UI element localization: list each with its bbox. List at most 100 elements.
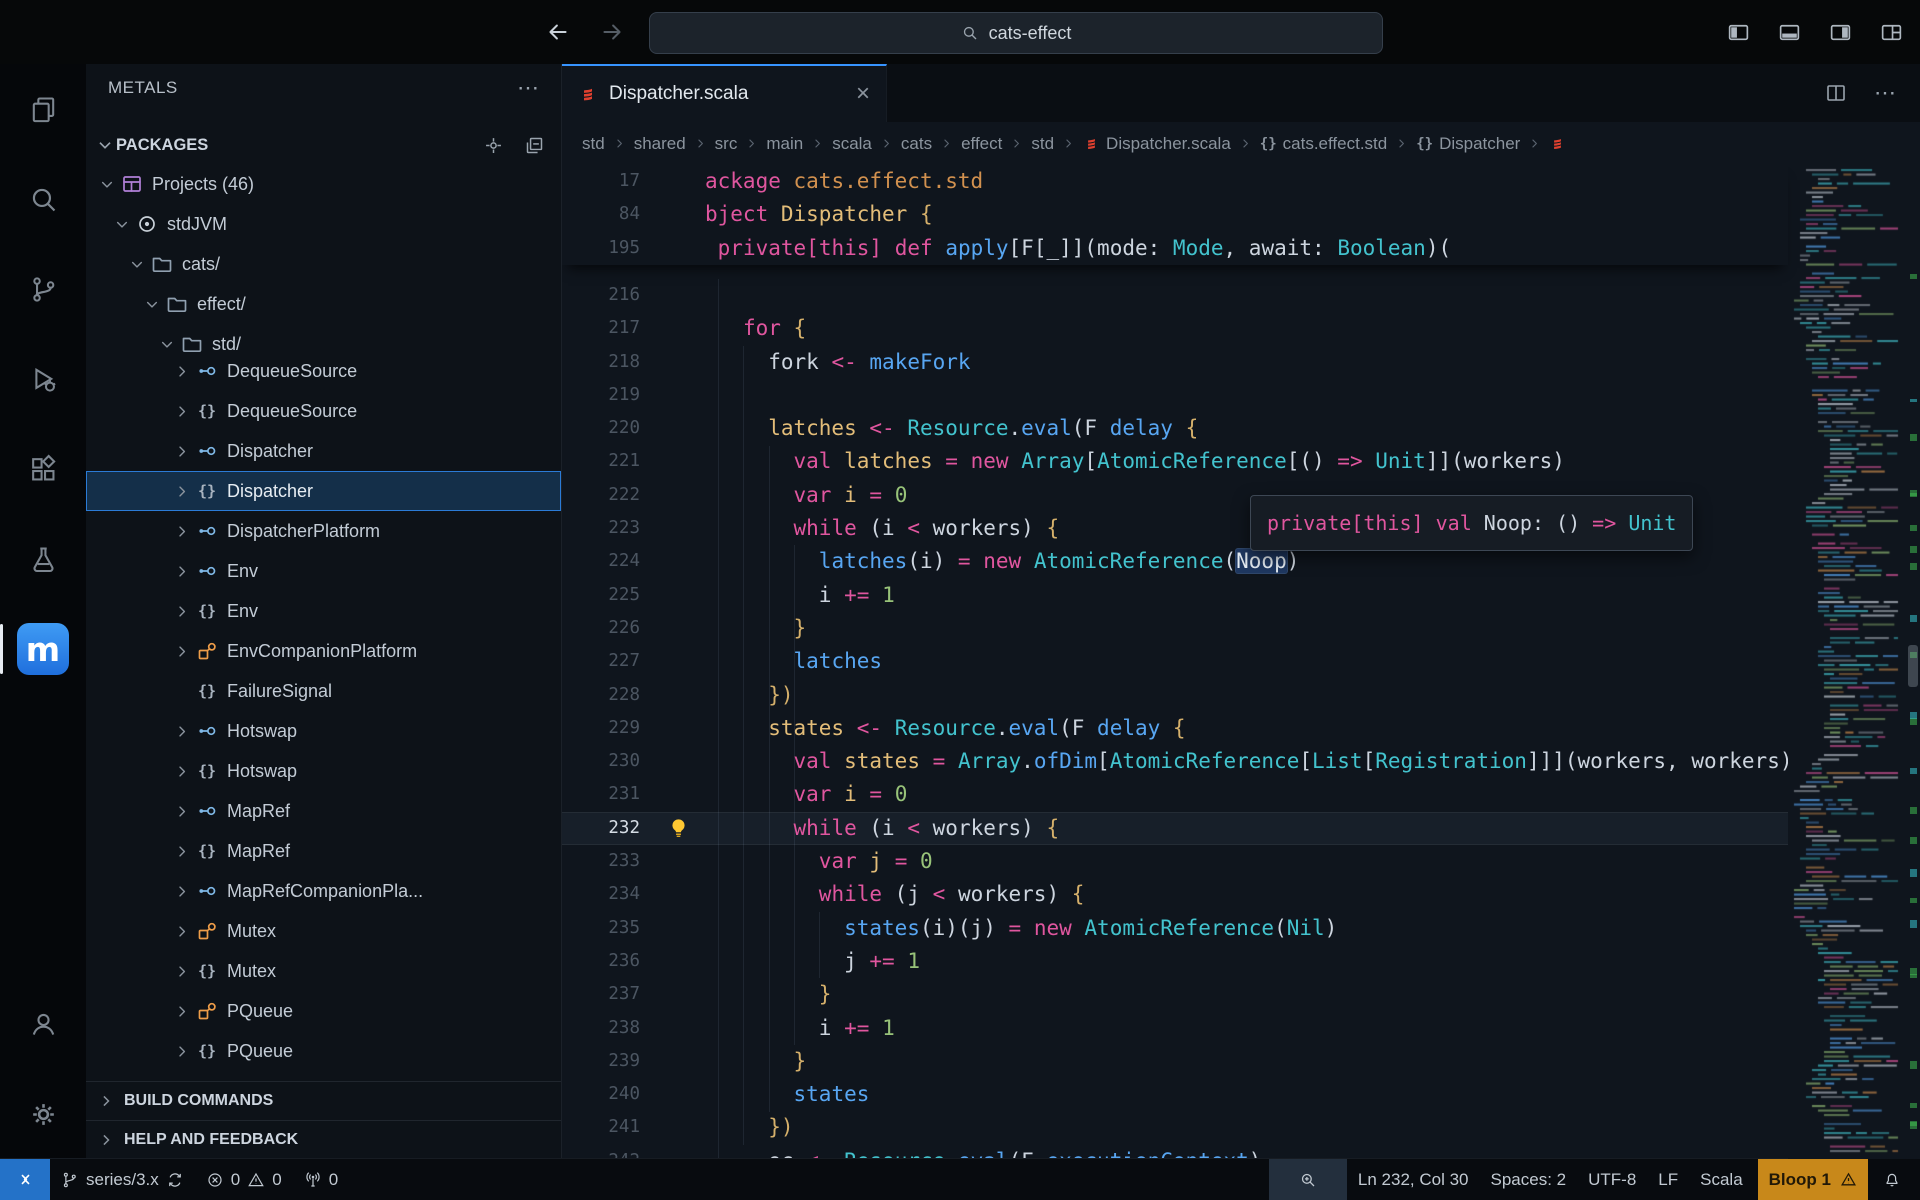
chevron-right-icon[interactable] bbox=[171, 442, 193, 461]
tab-dispatcher-scala[interactable]: Dispatcher.scala × bbox=[562, 64, 887, 122]
toggle-sidebar-icon[interactable] bbox=[1726, 20, 1751, 45]
chevron-right-icon[interactable] bbox=[171, 1042, 193, 1061]
toggle-panel-icon[interactable] bbox=[1777, 20, 1802, 45]
chevron-right-icon[interactable] bbox=[171, 962, 193, 981]
tree-item-trait-hotswap[interactable]: Hotswap bbox=[86, 711, 561, 751]
breadcrumb-item-cats[interactable]: cats bbox=[901, 134, 932, 154]
tree-item-class-pqueue[interactable]: PQueue bbox=[86, 991, 561, 1031]
tree-item-trait-dispatcher[interactable]: Dispatcher bbox=[86, 431, 561, 471]
tree-item-folder-std[interactable]: std/ bbox=[86, 324, 561, 364]
minimap[interactable] bbox=[1788, 165, 1920, 1159]
eol-status[interactable]: LF bbox=[1647, 1159, 1689, 1200]
sidebar-more-actions-icon[interactable]: ⋯ bbox=[517, 75, 541, 101]
breadcrumb-item-cats-effect-std[interactable]: {}cats.effect.std bbox=[1260, 134, 1387, 154]
search-view-icon[interactable] bbox=[0, 154, 86, 244]
tree-item-target-stdjvm[interactable]: stdJVM bbox=[86, 204, 561, 244]
chevron-right-icon[interactable] bbox=[171, 642, 193, 661]
language-mode[interactable]: Scala bbox=[1689, 1159, 1754, 1200]
tree-item-object-dequeuesource[interactable]: {}DequeueSource bbox=[86, 391, 561, 431]
metals-view-icon[interactable]: m bbox=[0, 604, 86, 694]
explorer-icon[interactable] bbox=[0, 64, 86, 154]
notifications-bell[interactable] bbox=[1872, 1159, 1912, 1200]
chevron-right-icon[interactable] bbox=[171, 722, 193, 741]
source-control-icon[interactable] bbox=[0, 244, 86, 334]
chevron-right-icon[interactable] bbox=[171, 482, 193, 501]
tree-item-class-mutex[interactable]: Mutex bbox=[86, 911, 561, 951]
chevron-right-icon[interactable] bbox=[171, 402, 193, 421]
tree-item-label: DispatcherPlatform bbox=[227, 521, 380, 542]
chevron-right-icon[interactable] bbox=[171, 522, 193, 541]
tree-item-object-dispatcher[interactable]: {}Dispatcher bbox=[86, 471, 561, 511]
breadcrumb-item-main[interactable]: main bbox=[766, 134, 803, 154]
breadcrumb-item-dispatcher[interactable]: {}Dispatcher bbox=[1416, 134, 1520, 154]
settings-gear-icon[interactable] bbox=[0, 1069, 86, 1159]
tree-item-object-pqueue[interactable]: {}PQueue bbox=[86, 1031, 561, 1071]
tree-item-folder-cats[interactable]: cats/ bbox=[86, 244, 561, 284]
tree-item-object-hotswap[interactable]: {}Hotswap bbox=[86, 751, 561, 791]
breadcrumb-item-effect[interactable]: effect bbox=[961, 134, 1002, 154]
branch-status[interactable]: series/3.x bbox=[50, 1159, 195, 1200]
breadcrumb-item-scala[interactable]: scala bbox=[832, 134, 872, 154]
chevron-down-icon[interactable] bbox=[96, 175, 118, 194]
tree-item-trait-mapref[interactable]: MapRef bbox=[86, 791, 561, 831]
tree-item-class-envcompanionplatform[interactable]: EnvCompanionPlatform bbox=[86, 631, 561, 671]
run-and-debug-icon[interactable] bbox=[0, 334, 86, 424]
collapse-all-icon[interactable] bbox=[524, 135, 545, 156]
tree-item-object-mutex[interactable]: {}Mutex bbox=[86, 951, 561, 991]
chevron-right-icon[interactable] bbox=[171, 882, 193, 901]
chevron-right-icon[interactable] bbox=[171, 362, 193, 381]
chevron-right-icon[interactable] bbox=[171, 842, 193, 861]
tree-item-trait-dispatcherplatform[interactable]: DispatcherPlatform bbox=[86, 511, 561, 551]
breadcrumb-item-dispatcher-scala[interactable]: Dispatcher.scala bbox=[1083, 134, 1231, 154]
toggle-secondary-sidebar-icon[interactable] bbox=[1828, 20, 1853, 45]
tree-item-object-failuresignal[interactable]: {}FailureSignal bbox=[86, 671, 561, 711]
testing-icon[interactable] bbox=[0, 514, 86, 604]
accounts-icon[interactable] bbox=[0, 979, 86, 1069]
split-editor-icon[interactable] bbox=[1824, 81, 1848, 105]
more-actions-icon[interactable]: ⋯ bbox=[1874, 80, 1898, 106]
command-center-search[interactable]: cats-effect bbox=[649, 12, 1383, 54]
chevron-right-icon[interactable] bbox=[171, 1002, 193, 1021]
focus-icon[interactable] bbox=[483, 135, 504, 156]
chevron-right-icon[interactable] bbox=[171, 922, 193, 941]
chevron-down-icon[interactable] bbox=[156, 335, 178, 354]
chevron-right-icon[interactable] bbox=[171, 602, 193, 621]
chevron-right-icon bbox=[96, 1092, 116, 1110]
build-commands-section[interactable]: BUILD COMMANDS bbox=[86, 1081, 561, 1120]
forward-arrow-icon[interactable] bbox=[599, 19, 625, 45]
chevron-right-icon[interactable] bbox=[171, 562, 193, 581]
extensions-icon[interactable] bbox=[0, 424, 86, 514]
breadcrumb-item-std[interactable]: std bbox=[1031, 134, 1054, 154]
customize-layout-icon[interactable] bbox=[1879, 20, 1904, 45]
scrollbar-slider[interactable] bbox=[1908, 645, 1918, 687]
breadcrumb-item-src[interactable]: src bbox=[715, 134, 738, 154]
indentation-status[interactable]: Spaces: 2 bbox=[1480, 1159, 1578, 1200]
encoding-status[interactable]: UTF-8 bbox=[1577, 1159, 1647, 1200]
broadcast-status[interactable]: 0 bbox=[293, 1159, 349, 1200]
chevron-right-icon[interactable] bbox=[171, 762, 193, 781]
language-label: Scala bbox=[1700, 1170, 1743, 1190]
back-arrow-icon[interactable] bbox=[545, 19, 571, 45]
chevron-down-icon[interactable] bbox=[141, 295, 163, 314]
lightbulb-icon[interactable] bbox=[666, 816, 691, 841]
help-feedback-section[interactable]: HELP AND FEEDBACK bbox=[86, 1120, 561, 1159]
chevron-down-icon[interactable] bbox=[126, 255, 148, 274]
tree-item-trait-maprefcompanionpla[interactable]: MapRefCompanionPla... bbox=[86, 871, 561, 911]
breadcrumb-item-shared[interactable]: shared bbox=[634, 134, 686, 154]
problems-status[interactable]: 0 0 bbox=[195, 1159, 293, 1200]
tree-item-trait-env[interactable]: Env bbox=[86, 551, 561, 591]
code-editor[interactable]: 216217 for {218 fork <- makeFork219220 l… bbox=[562, 165, 1920, 1159]
tree-item-project-projects-46[interactable]: Projects (46) bbox=[86, 164, 561, 204]
chevron-down-icon[interactable] bbox=[111, 215, 133, 234]
zoom-status[interactable] bbox=[1269, 1159, 1347, 1200]
tree-item-object-mapref[interactable]: {}MapRef bbox=[86, 831, 561, 871]
packages-section-header[interactable]: PACKAGES bbox=[86, 126, 561, 164]
cursor-position[interactable]: Ln 232, Col 30 bbox=[1347, 1159, 1480, 1200]
remote-indicator[interactable] bbox=[0, 1159, 50, 1200]
bloop-status[interactable]: Bloop 1 bbox=[1758, 1159, 1868, 1200]
tree-item-object-env[interactable]: {}Env bbox=[86, 591, 561, 631]
tree-item-folder-effect[interactable]: effect/ bbox=[86, 284, 561, 324]
close-icon[interactable]: × bbox=[856, 82, 870, 106]
breadcrumb-item-std[interactable]: std bbox=[582, 134, 605, 154]
chevron-right-icon[interactable] bbox=[171, 802, 193, 821]
